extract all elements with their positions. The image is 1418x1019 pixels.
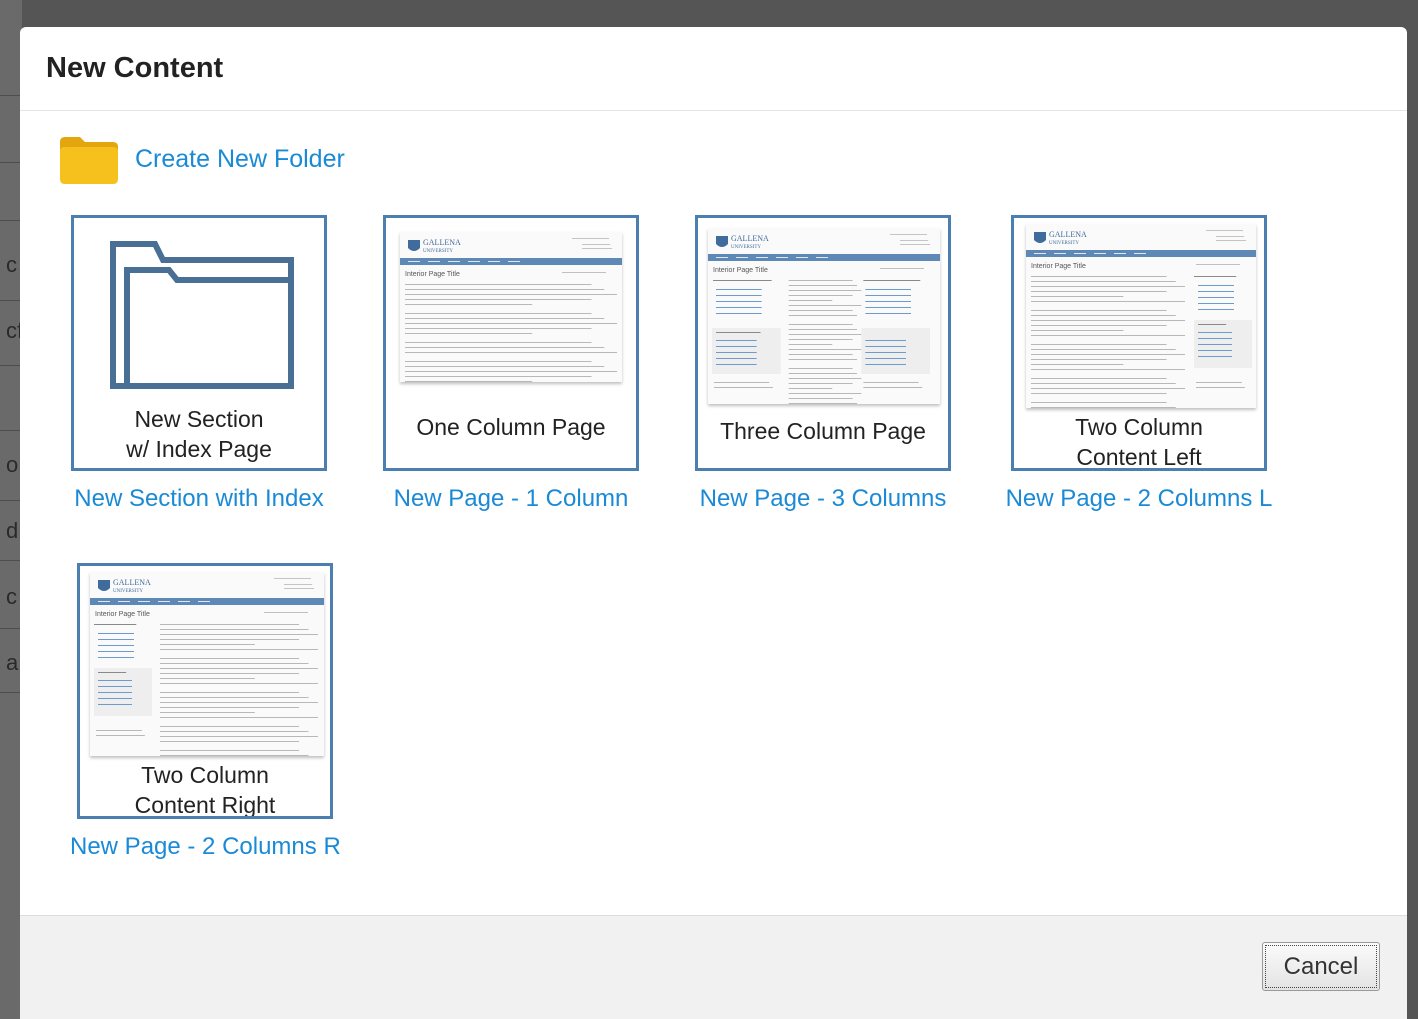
template-thumbnail: GALLENA UNIVERSITY Interior Page Title Two… (1011, 215, 1267, 471)
dialog-header: New Content (20, 27, 1407, 111)
background-text: a (6, 650, 19, 675)
page-preview: GALLENA UNIVERSITY Interior Page Title (90, 572, 324, 756)
svg-text:UNIVERSITY: UNIVERSITY (1049, 241, 1079, 246)
background-divider (0, 300, 22, 301)
background-text: o (6, 452, 19, 477)
template-caption: New Section w/ Index Page (126, 406, 272, 462)
background-divider (0, 692, 22, 693)
background-divider (0, 430, 22, 431)
cancel-button[interactable]: Cancel (1262, 942, 1380, 991)
svg-text:Interior Page Title: Interior Page Title (95, 611, 150, 618)
template-thumbnail: GALLENA UNIVERSITY Interior Page Title Thr… (695, 215, 951, 471)
background-divider (0, 628, 22, 629)
background-page-edge: c cf o d c a (0, 0, 23, 1019)
background-divider (0, 500, 22, 501)
background-divider (0, 560, 22, 561)
svg-text:UNIVERSITY: UNIVERSITY (113, 589, 143, 594)
svg-text:Interior Page Title: Interior Page Title (1031, 263, 1086, 270)
page-preview: GALLENA UNIVERSITY Interior Page Title (1026, 224, 1256, 408)
template-caption: Two Column Content Left (1075, 414, 1203, 470)
template-link[interactable]: New Page - 3 Columns (688, 485, 958, 513)
background-text: c (6, 252, 17, 277)
background-divider (0, 220, 22, 221)
create-new-folder-label: Create New Folder (135, 144, 345, 173)
dialog-footer: Cancel (20, 915, 1407, 1019)
template-three-column[interactable]: GALLENA UNIVERSITY Interior Page Title Thr… (688, 215, 958, 513)
template-caption: Two Column Content Right (134, 762, 276, 818)
template-link[interactable]: New Page - 2 Columns L (1004, 485, 1274, 513)
new-content-dialog: New Content Create New Folder New Sectio… (20, 27, 1407, 1019)
svg-text:UNIVERSITY: UNIVERSITY (423, 249, 453, 254)
svg-text:GALLENA: GALLENA (731, 234, 769, 243)
background-text: c (6, 584, 17, 609)
svg-text:Interior Page Title: Interior Page Title (713, 267, 768, 274)
template-link[interactable]: New Page - 2 Columns R (70, 833, 341, 861)
svg-text:GALLENA: GALLENA (113, 578, 151, 587)
dialog-body: Create New Folder New Section w/ Index P… (20, 111, 1407, 915)
section-folder-icon (110, 241, 294, 389)
template-new-section-with-index[interactable]: New Section w/ Index Page New Section wi… (64, 215, 334, 513)
background-divider (0, 365, 22, 366)
template-two-column-left[interactable]: GALLENA UNIVERSITY Interior Page Title Two… (1004, 215, 1274, 513)
svg-text:Interior Page Title: Interior Page Title (405, 271, 460, 278)
template-one-column[interactable]: GALLENA UNIVERSITY Interior Page Title One… (376, 215, 646, 513)
background-divider (0, 162, 22, 163)
background-text: d (6, 518, 19, 543)
page-preview: GALLENA UNIVERSITY Interior Page Title (708, 228, 940, 404)
page-preview: GALLENA UNIVERSITY Interior Page Title (400, 232, 622, 382)
folder-icon (60, 137, 118, 184)
template-caption: Three Column Page (720, 418, 926, 444)
svg-text:UNIVERSITY: UNIVERSITY (731, 245, 761, 250)
svg-text:GALLENA: GALLENA (1049, 230, 1087, 239)
template-thumbnail: GALLENA UNIVERSITY Interior Page Title Two… (77, 563, 333, 819)
template-link[interactable]: New Section with Index (64, 485, 334, 513)
background-divider (0, 95, 22, 96)
svg-text:GALLENA: GALLENA (423, 238, 461, 247)
create-new-folder-link[interactable]: Create New Folder (58, 133, 345, 185)
template-caption: One Column Page (416, 414, 606, 440)
template-link[interactable]: New Page - 1 Column (376, 485, 646, 513)
dialog-title: New Content (46, 52, 224, 84)
template-thumbnail: New Section w/ Index Page (71, 215, 327, 471)
template-two-column-right[interactable]: GALLENA UNIVERSITY Interior Page Title Two… (70, 563, 341, 861)
template-thumbnail: GALLENA UNIVERSITY Interior Page Title One… (383, 215, 639, 471)
